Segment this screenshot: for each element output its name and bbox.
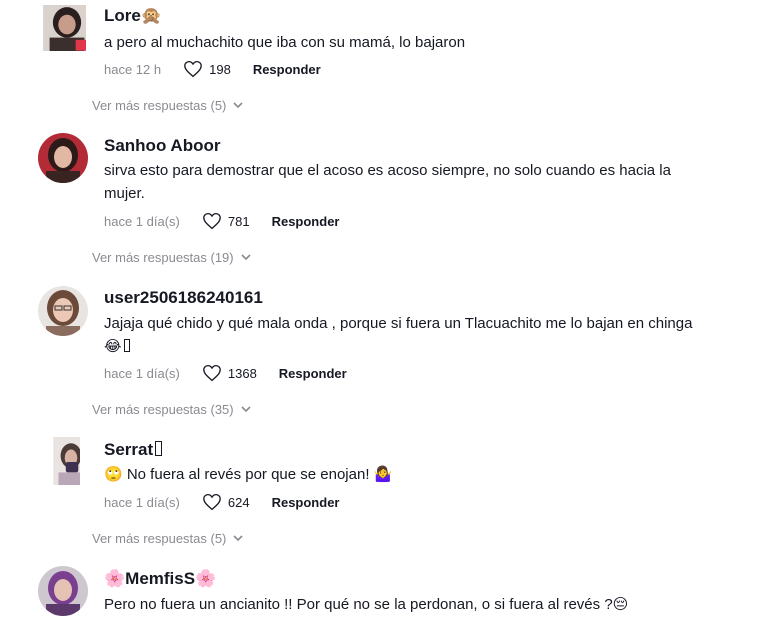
comment-time: hace 1 día(s) [104,365,180,381]
like-count: 1368 [227,365,257,381]
avatar[interactable] [46,437,80,485]
reply-button[interactable]: Responder [272,495,340,510]
chevron-down-icon [233,102,243,109]
heart-outline-icon [203,493,221,511]
comment-text: sirva esto para demostrar que el acoso e… [104,162,671,202]
chevron-down-icon [241,406,251,413]
avatar-image [53,437,80,485]
view-more-label: Ver más respuestas (19) [92,250,234,265]
heart-outline-icon [184,60,202,78]
comment-username-text: Serrat [104,440,154,459]
comment-text: a pero al muchachito que iba con su mamá… [104,34,466,51]
like-count: 781 [227,213,250,229]
view-more-replies[interactable]: Ver más respuestas (5) [92,98,243,113]
like-button[interactable]: 1368 [202,364,257,382]
view-more-label: Ver más respuestas (5) [92,98,227,113]
avatar[interactable] [38,286,88,336]
reply-button[interactable]: Responder [253,62,321,77]
missing-glyph-icon [123,339,130,352]
heart-outline-icon [203,212,221,230]
comment-meta: hace 1 día(s) 781 Responder [104,211,339,231]
like-count: 624 [227,494,250,510]
missing-glyph-icon [155,441,163,456]
like-button[interactable]: 198 [183,60,231,78]
reply-button[interactable]: Responder [279,366,347,381]
view-more-label: Ver más respuestas (5) [92,531,227,546]
comment-meta: hace 1 día(s) 624 Responder [104,492,339,512]
chevron-down-icon [241,254,251,261]
like-count: 198 [209,61,231,77]
comment-time: hace 1 día(s) [104,494,180,510]
comment-meta: hace 1 día(s) 1368 Responder [104,363,347,383]
avatar[interactable] [38,566,88,616]
comment-time: hace 12 h [104,61,162,77]
comment-username[interactable]: Lore🙊 [104,6,162,26]
avatar[interactable] [38,133,88,183]
view-more-replies[interactable]: Ver más respuestas (35) [92,402,251,417]
avatar[interactable] [42,5,86,51]
comment-username[interactable]: Serrat [104,440,163,460]
comment-text: Jajaja qué chido y qué mala onda , porqu… [104,312,704,358]
view-more-replies[interactable]: Ver más respuestas (19) [92,250,251,265]
like-button[interactable]: 781 [202,212,250,230]
reply-button[interactable]: Responder [272,214,340,229]
chevron-down-icon [233,535,243,542]
avatar-image [38,286,88,336]
comment-username[interactable]: 🌸MemfisS🌸 [104,569,216,589]
view-more-label: Ver más respuestas (35) [92,402,234,417]
comment-meta: hace 12 h 198 Responder [104,59,321,79]
view-more-replies[interactable]: Ver más respuestas (5) [92,531,243,546]
comment-text-body: Jajaja qué chido y qué mala onda , porqu… [104,315,693,355]
like-button[interactable]: 624 [202,493,250,511]
avatar-image [38,566,88,616]
comment-username[interactable]: Sanhoo Aboor [104,136,220,156]
avatar-image [38,133,88,183]
comment-time: hace 1 día(s) [104,213,180,229]
comment-username[interactable]: user2506186240161 [104,288,263,308]
heart-outline-icon [203,364,221,382]
comment-text: Pero no fuera un ancianito !! Por qué no… [104,596,629,613]
avatar-image [43,5,86,51]
comment-text: 🙄 No fuera al revés por que se enojan! 🤷… [104,466,393,483]
